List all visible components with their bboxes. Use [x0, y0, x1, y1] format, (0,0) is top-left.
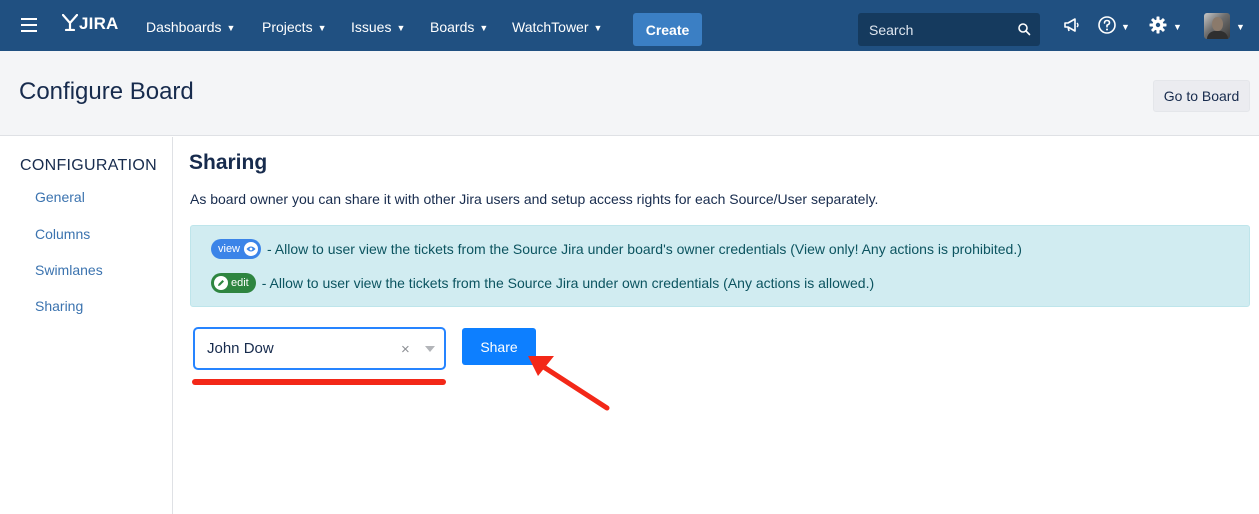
help-icon[interactable] [1097, 15, 1117, 35]
go-to-board-button[interactable]: Go to Board [1153, 80, 1250, 112]
view-badge-label: view [218, 243, 241, 255]
view-rights-text: - Allow to user view the tickets from th… [267, 241, 1022, 257]
sidebar-heading: CONFIGURATION [20, 157, 157, 174]
eye-icon [244, 242, 259, 256]
chevron-down-icon: ▼ [226, 23, 236, 33]
avatar[interactable] [1204, 13, 1230, 39]
chevron-down-icon[interactable]: ▼ [1236, 22, 1245, 32]
sidebar-item-swimlanes[interactable]: Swimlanes [35, 262, 103, 278]
page-title: Configure Board [19, 78, 194, 105]
nav-label: Dashboards [146, 19, 222, 35]
nav-issues[interactable]: Issues ▼ [351, 19, 405, 35]
edit-badge: edit [211, 273, 256, 293]
nav-projects[interactable]: Projects ▼ [262, 19, 327, 35]
search-box[interactable] [858, 13, 1040, 46]
view-rights-line: view - Allow to user view the tickets fr… [211, 239, 1022, 259]
selected-user: John Dow [207, 340, 274, 357]
sharing-description: As board owner you can share it with oth… [190, 191, 879, 207]
search-input[interactable] [869, 21, 1009, 38]
pencil-icon [214, 276, 228, 290]
clear-icon[interactable]: × [401, 341, 410, 358]
nav-watchtower[interactable]: WatchTower ▼ [512, 19, 602, 35]
create-button[interactable]: Create [633, 13, 702, 46]
logo-text: JIRA [79, 14, 119, 33]
search-icon[interactable] [1017, 22, 1031, 36]
top-navigation-bar: JIRA Dashboards ▼ Projects ▼ Issues ▼ Board… [0, 0, 1259, 51]
annotation-arrow-icon [528, 356, 610, 411]
annotation-underline [192, 379, 446, 385]
page-header: Configure Board Go to Board [0, 51, 1259, 136]
chevron-down-icon: ▼ [317, 23, 327, 33]
chevron-down-icon: ▼ [479, 23, 489, 33]
sidebar-item-sharing[interactable]: Sharing [35, 298, 83, 314]
chevron-down-icon: ▼ [396, 23, 406, 33]
megaphone-icon[interactable] [1062, 15, 1082, 35]
nav-label: Boards [430, 19, 475, 35]
section-title: Sharing [189, 151, 268, 174]
chevron-down-icon[interactable] [425, 346, 435, 352]
sidebar-item-columns[interactable]: Columns [35, 226, 90, 242]
chevron-down-icon[interactable]: ▼ [1121, 22, 1130, 32]
jira-logo[interactable]: JIRA [61, 13, 119, 34]
user-select[interactable]: John Dow × [194, 328, 445, 369]
nav-label: Projects [262, 19, 313, 35]
access-rights-info-box: view - Allow to user view the tickets fr… [190, 225, 1250, 307]
nav-dashboards[interactable]: Dashboards ▼ [146, 19, 235, 35]
gear-icon[interactable] [1148, 15, 1168, 35]
nav-label: WatchTower [512, 19, 589, 35]
menu-icon[interactable] [21, 18, 37, 32]
chevron-down-icon[interactable]: ▼ [1173, 22, 1182, 32]
sidebar-item-general[interactable]: General [35, 189, 85, 205]
nav-label: Issues [351, 19, 392, 35]
chevron-down-icon: ▼ [593, 23, 603, 33]
edit-badge-label: edit [231, 277, 249, 289]
configuration-sidebar: CONFIGURATION General Columns Swimlanes … [0, 137, 173, 514]
main-content: Sharing As board owner you can share it … [174, 137, 1259, 514]
edit-rights-text: - Allow to user view the tickets from th… [261, 275, 875, 291]
nav-boards[interactable]: Boards ▼ [430, 19, 488, 35]
jira-logo-icon [61, 13, 79, 34]
edit-rights-line: edit - Allow to user view the tickets fr… [211, 273, 874, 293]
view-badge: view [211, 239, 262, 259]
